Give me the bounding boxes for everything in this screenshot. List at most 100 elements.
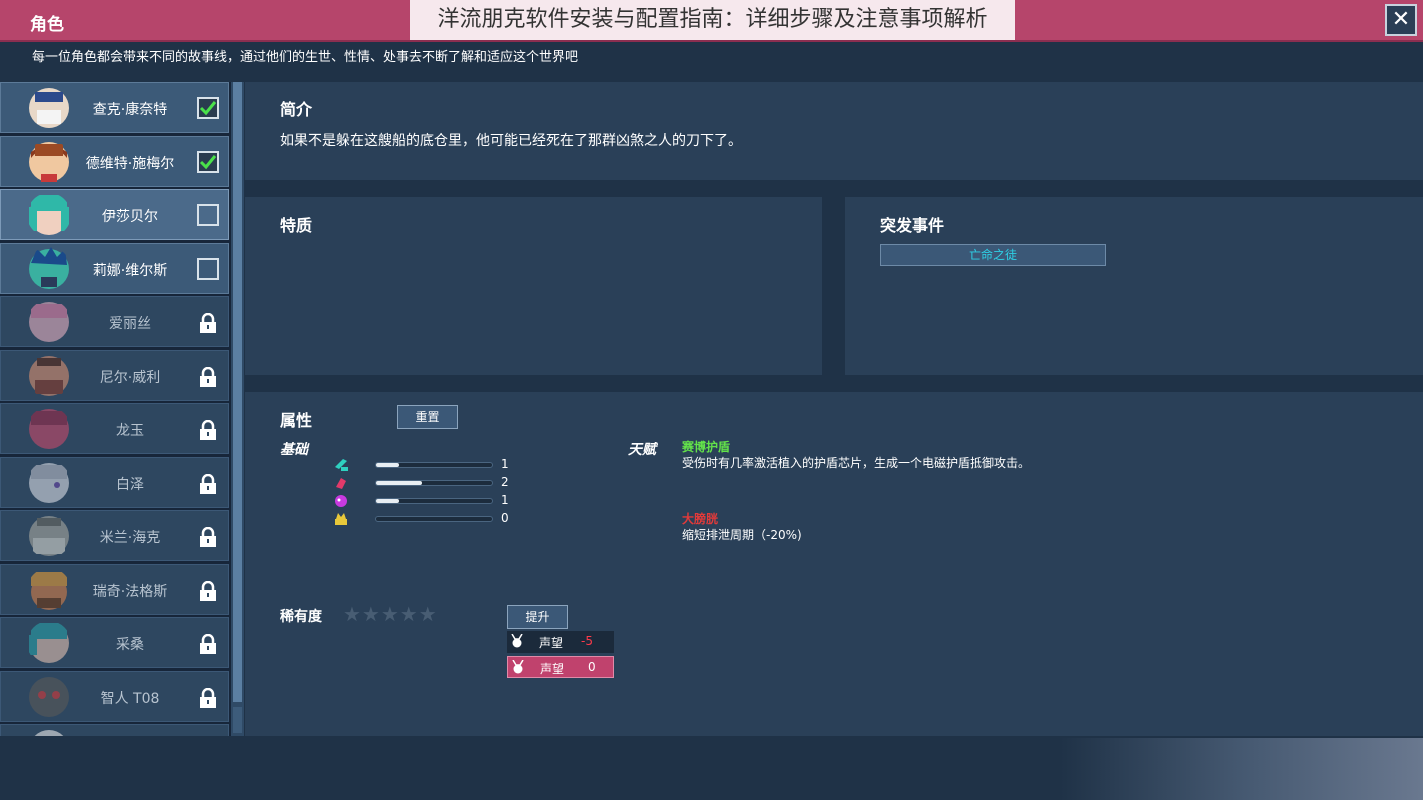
avatar-isabel: [29, 195, 69, 235]
select-checkbox[interactable]: [197, 97, 219, 119]
select-checkbox[interactable]: [197, 204, 219, 226]
character-name: 智人 T08: [100, 690, 160, 707]
medal-icon: [511, 634, 523, 648]
character-item[interactable]: 尼尔·威利: [0, 349, 229, 401]
stat-row: 1: [333, 457, 523, 473]
intro-panel: 简介 如果不是躲在这艘船的底仓里，他可能已经死在了那群凶煞之人的刀下了。: [245, 82, 1423, 180]
character-list-scrollbar[interactable]: [231, 82, 244, 736]
scrollbar-thumb[interactable]: [233, 82, 242, 702]
avatar-milan: [29, 516, 69, 556]
character-list: 查克·康奈特 德维特·施梅尔 伊莎贝尔 莉娜·维尔斯 爱丽丝 尼尔·威利 龙玉 …: [0, 82, 232, 736]
avatar-t08: [29, 676, 69, 717]
check-icon: [199, 154, 217, 169]
select-checkbox[interactable]: [197, 150, 219, 173]
avatar-longyu: [29, 409, 69, 449]
character-item[interactable]: 龙玉: [0, 403, 229, 454]
reputation-row: 声望 -5: [507, 631, 614, 653]
stat-row: 0: [333, 511, 523, 527]
events-panel: 突发事件 亡命之徒: [845, 197, 1423, 375]
character-name: 瑞奇·法格斯: [92, 583, 168, 600]
lock-icon: [200, 687, 216, 708]
window-title: 角色: [30, 15, 64, 35]
character-item[interactable]: 白泽: [0, 456, 229, 508]
stat-bar: [375, 480, 493, 486]
event-chip[interactable]: 亡命之徒: [880, 244, 1106, 266]
intro-title: 简介: [280, 100, 313, 119]
talent-name: 大膀胱: [682, 512, 719, 526]
character-name: 德维特·施梅尔: [85, 155, 175, 172]
traits-title: 特质: [280, 216, 313, 235]
stat-bar: [375, 498, 493, 504]
character-name: 米兰·海克: [99, 530, 161, 546]
character-item[interactable]: 查克·康奈特: [0, 82, 229, 133]
character-item[interactable]: 莉娜·维尔斯: [0, 242, 229, 294]
attributes-panel: 属性 重置 基础 1 2 1 0 天赋 赛博护盾 受伤时有几率激活植入的护盾芯片…: [245, 392, 1423, 736]
stat-value: 2: [501, 475, 509, 489]
stat-bar: [375, 462, 493, 468]
base-label: 基础: [280, 442, 308, 458]
character-item[interactable]: 伊莎贝尔: [0, 189, 229, 240]
stat-value: 1: [501, 493, 509, 507]
rarity-stars: ★★★★★: [343, 602, 438, 626]
agility-icon: [335, 459, 348, 471]
upgrade-button[interactable]: 提升: [507, 605, 568, 629]
avatar-neil: [29, 355, 69, 396]
lock-icon: [200, 580, 216, 601]
character-name: 白泽: [116, 476, 144, 493]
medal-icon: [512, 660, 524, 674]
talent-desc: 受伤时有几率激活植入的护盾芯片，生成一个电磁护盾抵御攻击。: [682, 456, 1031, 470]
lock-icon: [200, 366, 216, 387]
reset-button[interactable]: 重置: [397, 405, 458, 429]
avatar-next: [34, 730, 64, 736]
character-name: 查克·康奈特: [92, 102, 168, 118]
talent-label: 天赋: [628, 442, 656, 458]
stat-row: 2: [333, 475, 523, 491]
avatar-lina: [29, 246, 69, 289]
character-name: 爱丽丝: [109, 316, 151, 332]
character-item[interactable]: 德维特·施梅尔: [0, 135, 229, 187]
stat-row: 1: [333, 493, 523, 509]
reputation-value: 0: [588, 660, 596, 674]
avatar-captain: [29, 88, 69, 128]
check-icon: [199, 101, 217, 116]
avatar-baize: [29, 462, 69, 503]
character-item[interactable]: 采桑: [0, 617, 229, 668]
select-checkbox[interactable]: [197, 257, 219, 280]
character-item[interactable]: 米兰·海克: [0, 510, 229, 561]
reputation-label: 声望: [539, 636, 564, 650]
intro-text: 如果不是躲在这艘船的底仓里，他可能已经死在了那群凶煞之人的刀下了。: [280, 133, 742, 149]
character-item[interactable]: 爱丽丝: [0, 296, 229, 347]
character-item[interactable]: [0, 724, 229, 736]
lock-icon: [200, 527, 216, 547]
intellect-icon: [335, 495, 347, 507]
charisma-icon: [335, 513, 347, 525]
lock-icon: [200, 420, 216, 440]
avatar-caisang: [29, 623, 69, 663]
avatar-alice: [29, 302, 69, 342]
rarity-label: 稀有度: [280, 609, 322, 625]
character-name: 龙玉: [116, 423, 144, 439]
character-item[interactable]: 瑞奇·法格斯: [0, 563, 229, 615]
scrollbar-track-end: [233, 707, 242, 733]
talent-desc: 缩短排泄周期（-20%): [682, 528, 802, 542]
reputation-label: 声望: [540, 662, 565, 676]
lock-icon: [200, 473, 216, 494]
traits-panel: 特质: [245, 197, 822, 375]
attributes-title: 属性: [280, 411, 313, 430]
bottom-glow: [1060, 738, 1423, 800]
stat-value: 1: [501, 457, 509, 471]
avatar-ricky: [31, 571, 67, 610]
avatar-dewitt: [29, 141, 69, 182]
character-select-screen: 角色 洋流朋克软件安装与配置指南：详细步骤及注意事项解析 ✕ 每一位角色都会带来…: [0, 0, 1423, 800]
close-button[interactable]: ✕: [1385, 4, 1417, 36]
lock-icon: [200, 313, 216, 333]
lock-icon: [200, 634, 216, 654]
talent-name: 赛博护盾: [682, 440, 731, 454]
character-name: 尼尔·威利: [99, 369, 161, 386]
stat-bar: [375, 516, 493, 522]
character-name: 莉娜·维尔斯: [92, 262, 168, 279]
reputation-value: -5: [581, 634, 593, 648]
page-subtitle: 每一位角色都会带来不同的故事线，通过他们的生世、性情、处事去不断了解和适应这个世…: [32, 50, 579, 65]
overlay-banner: 洋流朋克软件安装与配置指南：详细步骤及注意事项解析: [410, 0, 1015, 40]
character-item[interactable]: 智人 T08: [0, 670, 229, 722]
